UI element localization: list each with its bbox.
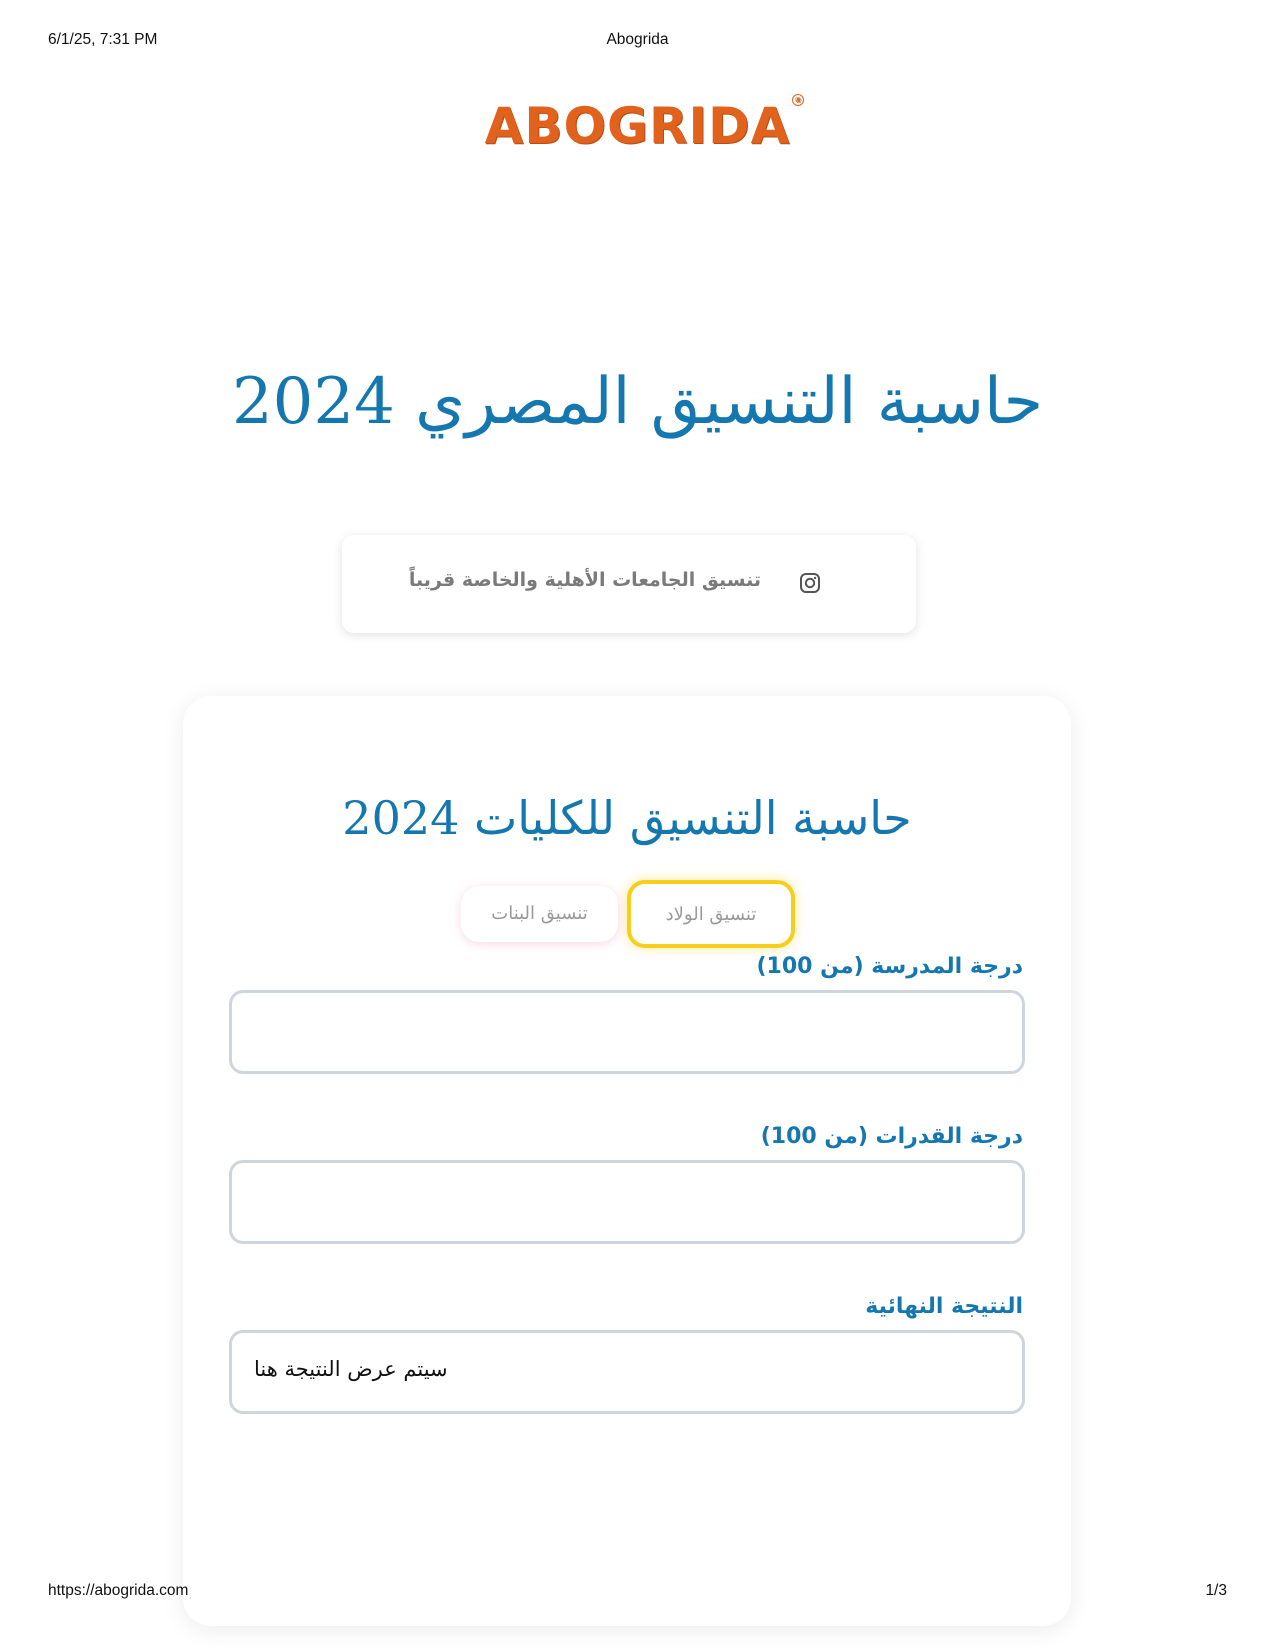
- calculator-title: حاسبة التنسيق للكليات 2024: [342, 791, 912, 845]
- school-score-label: درجة المدرسة (من 100): [756, 954, 1023, 979]
- school-score-input[interactable]: [232, 993, 1022, 1071]
- instagram-icon[interactable]: [800, 573, 820, 597]
- logo-wordmark: ABOGRIDA ®: [484, 94, 805, 155]
- announcement-banner: تنسيق الجامعات الأهلية والخاصة قريباً: [342, 535, 916, 633]
- school-score-field[interactable]: [229, 990, 1025, 1074]
- final-result-placeholder: سيتم عرض النتيجة هنا: [254, 1357, 448, 1381]
- aptitude-score-field[interactable]: [229, 1160, 1025, 1244]
- site-logo[interactable]: ABOGRIDA ®: [0, 94, 1275, 166]
- print-page-title: Abogrida: [606, 31, 669, 48]
- aptitude-score-input[interactable]: [232, 1163, 1022, 1241]
- calculator-card: حاسبة التنسيق للكليات 2024 تنسيق الولاد …: [183, 696, 1071, 1626]
- tab-girls[interactable]: تنسيق البنات: [461, 886, 618, 942]
- final-result-label: النتيجة النهائية: [865, 1294, 1023, 1319]
- announcement-text: تنسيق الجامعات الأهلية والخاصة قريباً: [408, 569, 761, 591]
- registered-mark: ®: [792, 94, 805, 106]
- page-title: حاسبة التنسيق المصري 2024: [231, 365, 1044, 439]
- aptitude-score-label: درجة القدرات (من 100): [760, 1124, 1023, 1149]
- print-page-number: 1/3: [1205, 1582, 1227, 1599]
- tab-boys[interactable]: تنسيق الولاد: [627, 880, 795, 948]
- print-header: 6/1/25, 7:31 PM Abogrida: [48, 31, 1227, 53]
- print-footer: https://abogrida.com 1/3: [48, 1582, 1227, 1604]
- print-url: https://abogrida.com: [48, 1582, 189, 1599]
- final-result-box: سيتم عرض النتيجة هنا: [229, 1330, 1025, 1414]
